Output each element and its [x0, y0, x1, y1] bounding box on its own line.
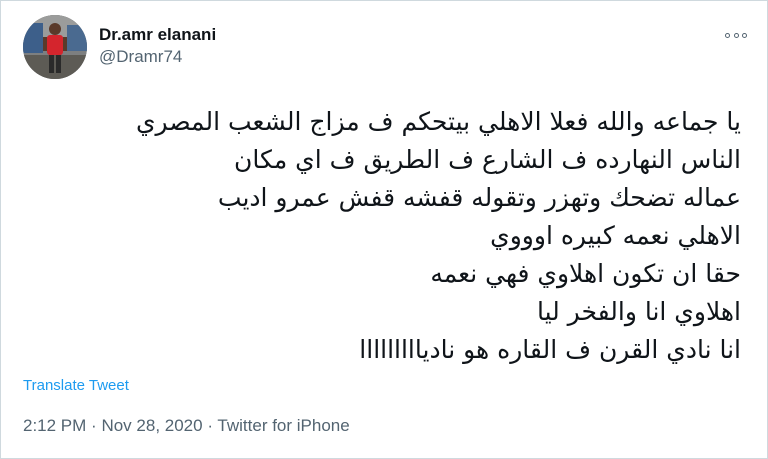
tweet-header: Dr.amr elanani @Dramr74: [23, 15, 753, 79]
tweet-text-line: الناس النهارده ف الشارع ف الطريق ف اي مك…: [234, 145, 741, 174]
tweet-metadata: 2:12 PM · Nov 28, 2020 · Twitter for iPh…: [23, 415, 350, 437]
more-dot: [725, 32, 730, 38]
tweet-text-line: عماله تضحك وتهزر وتقوله قفشه قفش عمرو اد…: [217, 183, 741, 212]
user-info: Dr.amr elanani @Dramr74: [99, 24, 216, 68]
more-dot: [733, 32, 739, 38]
avatar-photo: [23, 15, 87, 79]
more-horizontal-icon[interactable]: [725, 27, 747, 43]
more-dot: [742, 32, 747, 38]
tweet-text-line: الاهلي نعمه كبيره اوووي: [490, 221, 741, 250]
meta-separator: ·: [207, 416, 213, 435]
tweet-text: يا جماعه والله فعلا الاهلي بيتحكم ف مزاج…: [21, 103, 741, 369]
tweet-text-line: اهلاوي انا والفخر ليا: [536, 297, 741, 326]
tweet-text-line: حقا ان تكون اهلاوي فهي نعمه: [430, 259, 741, 288]
tweet-date[interactable]: Nov 28, 2020: [101, 416, 202, 435]
user-handle[interactable]: @Dramr74: [99, 46, 216, 68]
tweet-time[interactable]: 2:12 PM: [23, 416, 86, 435]
tweet-card: Dr.amr elanani @Dramr74 يا جماعه والله ف…: [0, 0, 768, 459]
avatar[interactable]: [23, 15, 87, 79]
tweet-text-line: انا نادي القرن ف القاره هو ناديااااااااا: [359, 335, 741, 364]
translate-tweet-link[interactable]: Translate Tweet: [23, 377, 129, 395]
meta-separator: ·: [91, 416, 97, 435]
tweet-text-line: يا جماعه والله فعلا الاهلي بيتحكم ف مزاج…: [135, 107, 741, 136]
tweet-source[interactable]: Twitter for iPhone: [217, 416, 349, 435]
display-name[interactable]: Dr.amr elanani: [99, 24, 216, 46]
